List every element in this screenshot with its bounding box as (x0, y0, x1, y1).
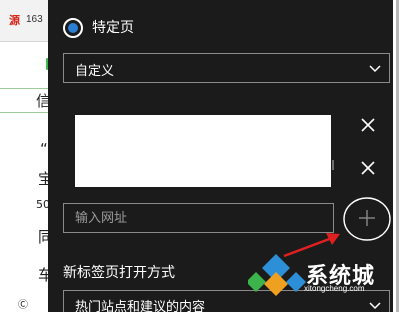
tab-label: 163 (26, 14, 43, 25)
radio-selected-icon (68, 23, 78, 33)
dropdown-value: 热门站点和建议的内容 (75, 300, 206, 312)
background-text: 宝 (38, 170, 48, 188)
new-tab-section-label: 新标签页打开方式 (63, 265, 175, 281)
close-icon[interactable] (357, 157, 379, 179)
background-text: 车 (38, 266, 48, 284)
site-logo-icon: 源 (9, 14, 20, 27)
background-tab[interactable]: 源 163 (0, 0, 48, 42)
divider (0, 112, 48, 113)
radio-specific-page[interactable] (63, 18, 83, 38)
background-browser-page: 源 163 信 “ 宝 50 同 车 Ⓒ (0, 0, 48, 312)
chevron-down-icon (369, 65, 381, 73)
divider (0, 88, 48, 89)
background-text: 同 (38, 228, 48, 246)
text-cursor-mark (332, 160, 334, 170)
radio-label-specific-page: 特定页 (92, 20, 134, 36)
dropdown-value: 自定义 (75, 64, 115, 79)
add-icon[interactable] (340, 195, 394, 245)
page-entries-redacted (75, 115, 331, 187)
background-text: 信 (36, 92, 48, 110)
watermark-domain: xitongcheng.com (304, 284, 365, 293)
close-icon[interactable] (357, 114, 379, 136)
background-text: “ (40, 140, 48, 158)
background-text: Ⓒ (18, 300, 28, 311)
custom-pages-dropdown[interactable]: 自定义 (63, 53, 390, 83)
background-text: 50 (36, 198, 48, 211)
